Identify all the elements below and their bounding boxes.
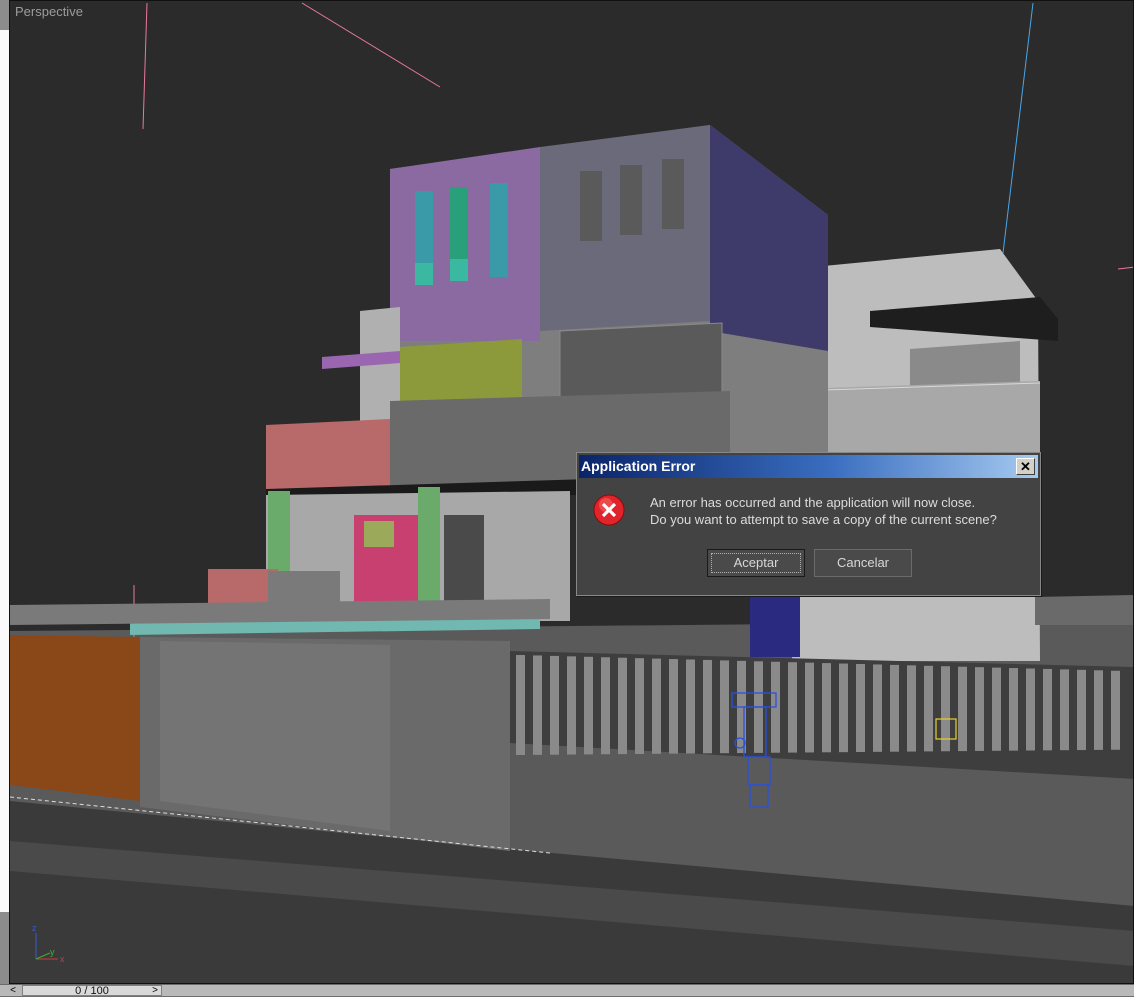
- fence-slat: [856, 664, 865, 752]
- close-button[interactable]: ✕: [1016, 458, 1035, 475]
- fence-slat: [1111, 670, 1120, 750]
- fence-slat: [1009, 668, 1018, 751]
- time-prev-button[interactable]: <: [6, 985, 20, 996]
- dialog-message-line1: An error has occurred and the applicatio…: [650, 495, 976, 510]
- aceptar-button[interactable]: Aceptar: [707, 549, 805, 577]
- fence-slat: [669, 659, 678, 754]
- fence-slat: [720, 660, 729, 754]
- fence-slat: [550, 655, 559, 755]
- fence-slat: [873, 664, 882, 752]
- fence-slat: [958, 666, 967, 752]
- fence-slat: [1060, 669, 1069, 751]
- dialog-message-line2: Do you want to attempt to save a copy of…: [650, 512, 997, 527]
- time-next-button[interactable]: >: [148, 985, 162, 996]
- fence-slat: [907, 665, 916, 752]
- fence-slat: [1026, 668, 1035, 751]
- fence-slat: [975, 667, 984, 751]
- fence-slat: [822, 663, 831, 753]
- fence-slat: [890, 664, 899, 752]
- fence-slat: [924, 665, 933, 752]
- fence-slat: [788, 662, 797, 753]
- fence-slat: [635, 658, 644, 754]
- time-slider[interactable]: 0 / 100: [22, 985, 162, 997]
- gizmo-x-label: x: [60, 954, 65, 964]
- viewport-label[interactable]: Perspective: [15, 4, 83, 19]
- fence-slat: [1043, 668, 1052, 751]
- fence-slat: [1077, 669, 1086, 751]
- gizmo-y-label: y: [50, 947, 55, 957]
- fence-slat: [567, 656, 576, 755]
- fence-slat: [686, 659, 695, 754]
- dialog-message: An error has occurred and the applicatio…: [650, 494, 997, 528]
- fence-slat: [533, 655, 542, 755]
- fence-slat: [584, 656, 593, 755]
- fence-slat: [652, 658, 661, 754]
- time-slider-bar: < 0 / 100 >: [0, 984, 1134, 997]
- fence-slat: [839, 663, 848, 753]
- gizmo-z-label: z: [32, 923, 37, 933]
- fence-slat: [618, 657, 627, 755]
- application-error-dialog: Application Error ✕ An error has occurre…: [576, 452, 1041, 596]
- fence-slat: [516, 655, 525, 755]
- dialog-title: Application Error: [581, 458, 696, 474]
- dialog-titlebar[interactable]: Application Error ✕: [579, 455, 1038, 478]
- left-panel-white: [0, 30, 9, 912]
- axis-gizmo: z x y: [32, 923, 65, 964]
- cancelar-button[interactable]: Cancelar: [814, 549, 912, 577]
- fence-slat: [1094, 670, 1103, 750]
- fence-slat: [703, 659, 712, 754]
- fence-slat: [601, 657, 610, 755]
- fence-slat: [992, 667, 1001, 751]
- fence-slat: [805, 662, 814, 753]
- error-icon: [593, 494, 625, 526]
- left-panel-strip: [0, 0, 9, 996]
